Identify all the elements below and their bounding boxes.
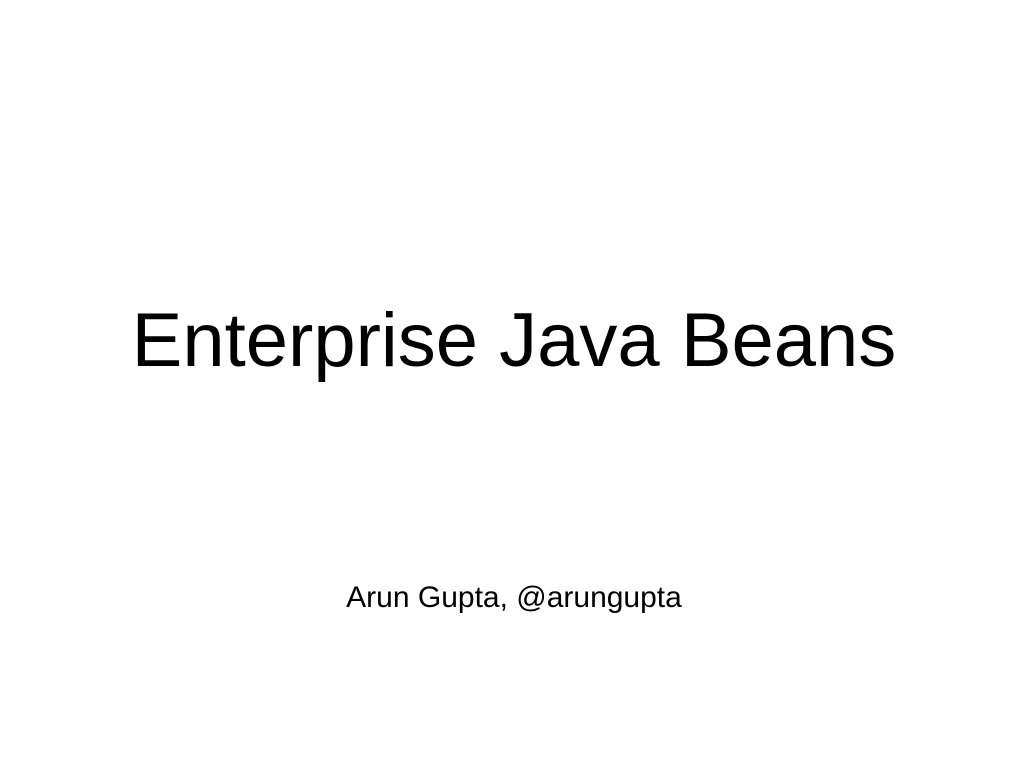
slide-title: Enterprise Java Beans: [131, 298, 897, 383]
slide: Enterprise Java Beans Arun Gupta, @arung…: [0, 0, 1028, 772]
slide-subtitle-author: Arun Gupta, @arungupta: [346, 581, 682, 614]
